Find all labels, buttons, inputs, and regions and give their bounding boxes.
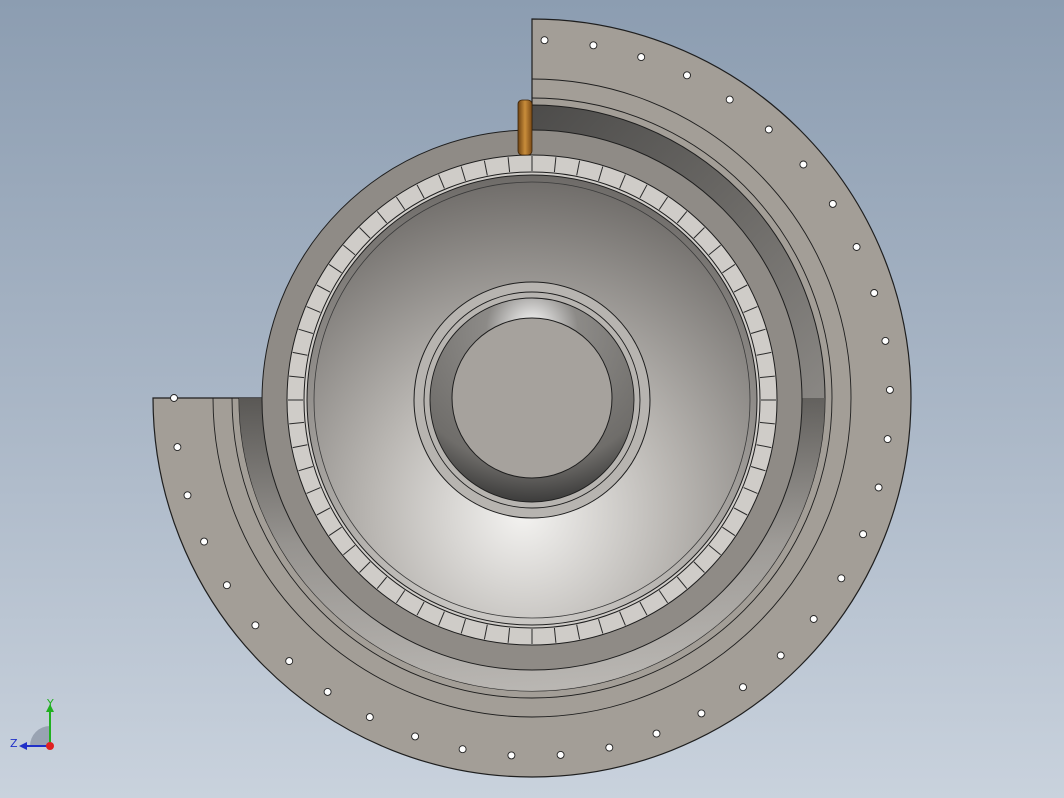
bolt-hole	[183, 491, 192, 500]
bolt-hole	[637, 53, 646, 62]
bolt-hole	[764, 125, 773, 134]
triad-y-label: Y	[46, 697, 54, 710]
bolt-hole	[458, 745, 467, 754]
bolt-hole	[365, 713, 374, 722]
bolt-hole	[870, 289, 879, 297]
bolt-hole	[809, 615, 818, 623]
cad-viewport[interactable]: Y Z	[0, 0, 1064, 798]
bolt-hole	[725, 95, 734, 104]
bolt-hole	[874, 483, 883, 492]
bolt-hole	[799, 160, 808, 169]
bolt-hole	[605, 743, 614, 752]
bolt-hole	[697, 709, 706, 718]
bolt-hole	[852, 243, 861, 251]
triad-z-label: Z	[10, 737, 18, 750]
bolt-hole	[883, 435, 892, 444]
bolt-hole	[652, 729, 661, 738]
bolt-hole	[251, 621, 260, 630]
bolt-hole	[828, 199, 837, 208]
bolt-hole	[173, 443, 182, 452]
bolt-hole	[859, 530, 868, 539]
bolt-hole	[589, 41, 598, 50]
triad-base-quarter	[30, 726, 50, 746]
cad-model[interactable]	[0, 0, 1064, 798]
bolt-hole	[285, 657, 294, 666]
bolt-hole	[881, 336, 890, 345]
hub-face[interactable]	[451, 317, 613, 479]
axis-triad: Y Z	[10, 697, 54, 750]
bolt-hole	[200, 537, 209, 546]
pipe-fitting[interactable]	[517, 99, 533, 156]
bolt-hole	[739, 683, 747, 692]
bolt-hole	[540, 36, 549, 45]
triad-z-arrow	[19, 742, 27, 750]
bolt-hole	[507, 751, 516, 760]
bolt-hole	[837, 574, 846, 583]
bolt-hole	[683, 71, 691, 80]
bolt-hole	[323, 687, 332, 696]
bolt-hole	[776, 651, 785, 660]
bolt-hole	[556, 750, 565, 759]
triad-x-axis-dot	[46, 742, 54, 750]
bolt-hole	[222, 581, 231, 590]
bolt-hole	[170, 394, 178, 402]
bolt-hole	[885, 385, 894, 394]
bolt-hole	[411, 732, 420, 741]
